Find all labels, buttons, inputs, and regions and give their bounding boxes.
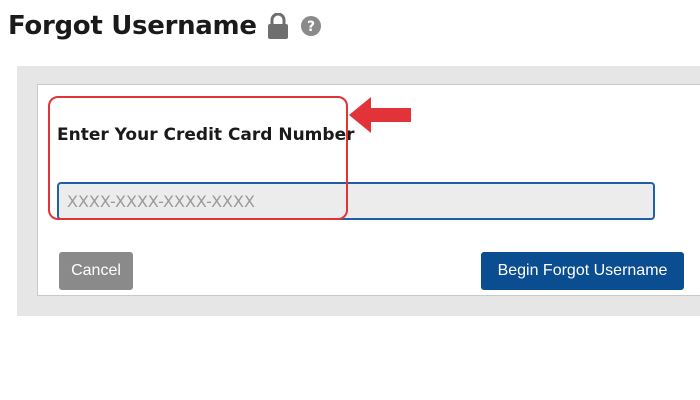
cancel-button[interactable]: Cancel bbox=[59, 252, 133, 290]
form-panel: Enter Your Credit Card Number Cancel Beg… bbox=[17, 66, 700, 316]
svg-text:?: ? bbox=[307, 19, 315, 35]
lock-icon bbox=[267, 12, 289, 39]
card-number-label: Enter Your Credit Card Number bbox=[57, 125, 355, 145]
page-title: Forgot Username bbox=[8, 11, 257, 41]
help-circle-icon[interactable]: ? bbox=[300, 16, 321, 36]
card-number-input[interactable] bbox=[57, 182, 655, 220]
form-card: Enter Your Credit Card Number Cancel Beg… bbox=[37, 84, 700, 296]
page: Forgot Username ? Enter Your Credit Card… bbox=[0, 0, 700, 400]
begin-forgot-username-button[interactable]: Begin Forgot Username bbox=[481, 252, 684, 290]
title-row: Forgot Username ? bbox=[8, 8, 321, 44]
